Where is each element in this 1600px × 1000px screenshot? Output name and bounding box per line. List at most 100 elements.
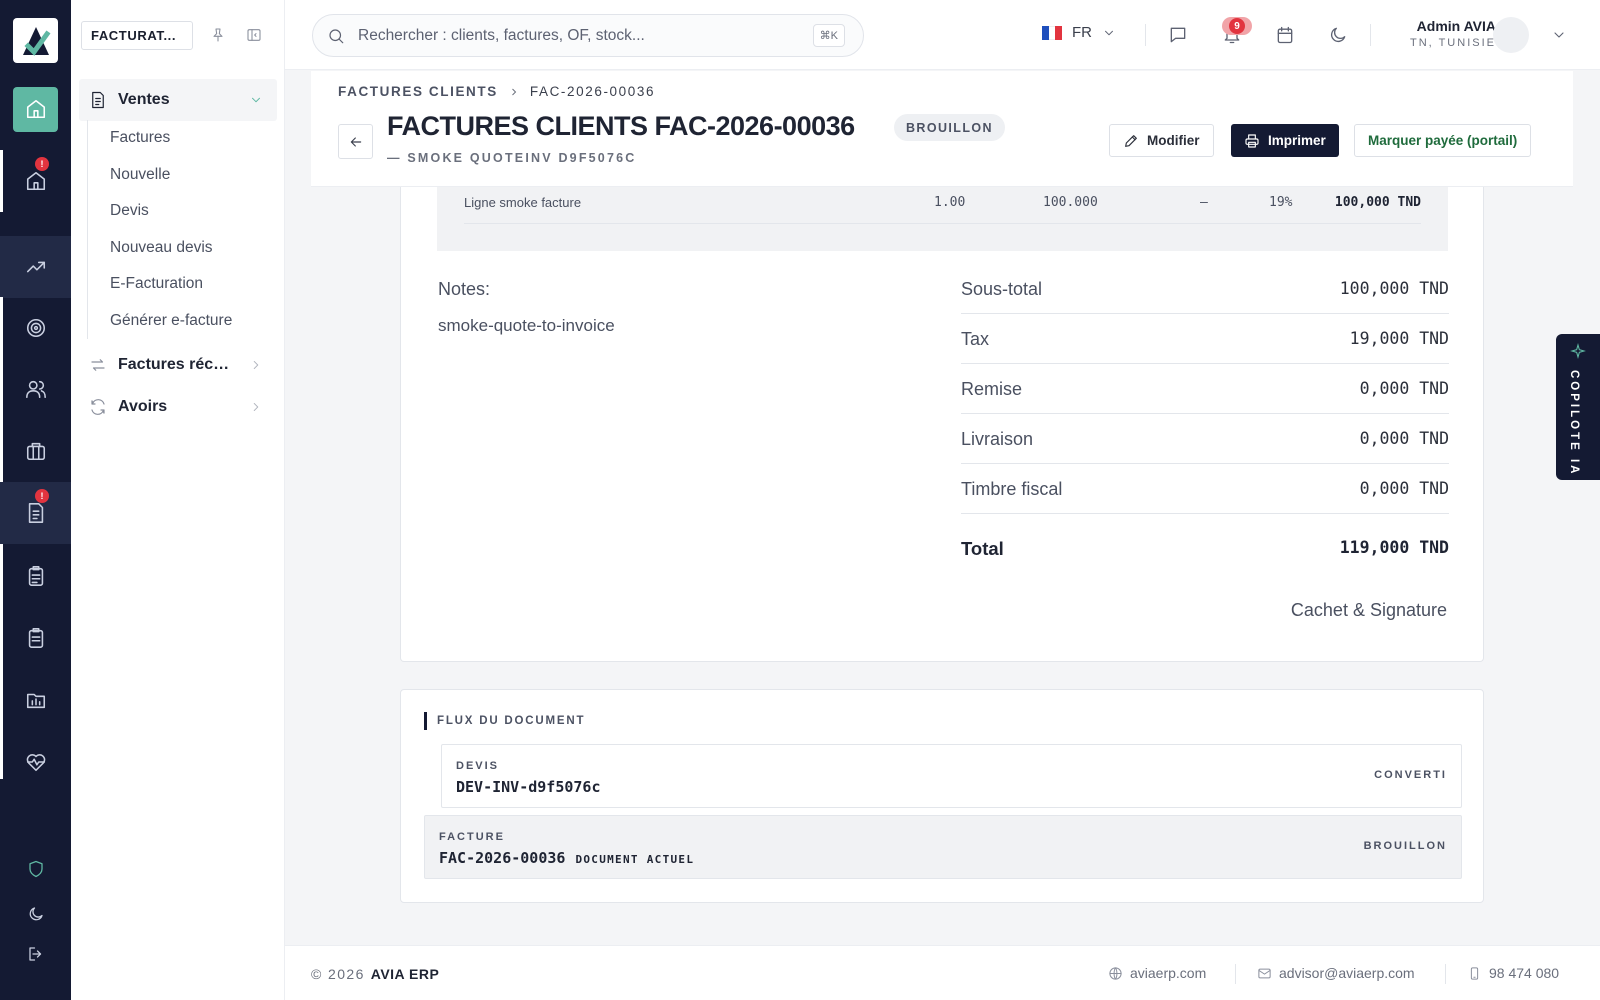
subtotal-row: Sous-total 100,000 TND [961,264,1449,314]
back-button[interactable] [338,124,373,159]
flow-step-devis[interactable]: DEVIS DEV-INV-d9f5076c CONVERTI [441,744,1462,808]
flow-step-type: DEVIS [456,760,500,772]
sidebar-item-e-facturation[interactable]: E-Facturation [88,266,232,303]
pin-icon[interactable] [210,27,226,43]
rail-dashboard[interactable]: ! [0,150,71,212]
module-selector[interactable]: FACTURAT... [81,21,193,50]
search-shortcut-hint: ⌘K [812,24,845,47]
sidebar-item-generer-e-facture[interactable]: Générer e-facture [88,303,232,340]
footer-copyright: © 2026 AVIA ERP [311,966,439,982]
phone-number[interactable]: 98 474 080 [1489,965,1559,981]
page-title: FACTURES CLIENTS FAC-2026-00036 [387,111,855,141]
edit-button[interactable]: Modifier [1109,124,1214,157]
search-input[interactable]: Rechercher : clients, factures, OF, stoc… [358,27,645,45]
rail-analytics[interactable] [0,236,71,298]
rail-invoices[interactable]: ! [0,482,71,544]
sparkle-icon [1570,343,1586,359]
footer-website[interactable]: aviaerp.com [1108,965,1206,981]
logout-icon [28,947,41,961]
sidebar-group-label: Factures récu... [118,356,236,373]
total-value: 0,000 TND [1359,429,1449,448]
app-logo[interactable] [13,18,58,63]
sidebar-group-ventes[interactable]: Ventes [79,79,277,121]
phone-icon [1470,966,1479,980]
website-link[interactable]: aviaerp.com [1130,965,1206,981]
rail-users[interactable] [0,358,71,420]
arrow-left-icon [350,136,361,147]
notification-count: 9 [1229,18,1245,34]
rail-logout[interactable] [0,943,71,965]
rail-tasks[interactable] [0,545,71,607]
avatar[interactable] [1493,17,1529,53]
heart-pulse-icon [26,754,45,772]
sidebar-item-nouveau-devis[interactable]: Nouveau devis [88,230,232,267]
calendar-icon[interactable] [1275,25,1295,45]
user-name: Admin AVIA [1416,18,1496,34]
email-link[interactable]: advisor@aviaerp.com [1279,965,1415,981]
target-icon [26,318,45,338]
chevron-down-icon [252,97,260,103]
line-total: 100,000 TND [1334,195,1421,210]
shield-icon [28,860,43,878]
user-menu[interactable]: Admin AVIA TN, TUNISIE [1371,18,1496,49]
footer-phone[interactable]: 98 474 080 [1467,965,1559,981]
flow-step-id-wrap: FAC-2026-00036 DOCUMENT ACTUEL [439,849,694,867]
line-description: Ligne smoke facture [464,195,582,210]
flow-step-id: DEV-INV-d9f5076c [456,778,601,796]
rail-theme-toggle[interactable] [0,903,71,925]
line-tax-rate: 19% [1269,195,1293,210]
copilot-tab[interactable]: COPILOTE IA [1556,334,1600,480]
mark-paid-button[interactable]: Marquer payée (portail) [1354,124,1532,157]
rail-targets[interactable] [0,297,71,359]
total-label: Remise [961,379,1023,399]
sidebar-group-avoirs[interactable]: Avoirs [79,386,277,428]
notification-badge: 9 [1222,17,1252,35]
invoice-lines-table: Ligne smoke facture 1.00 100.000 — 19% 1… [437,187,1448,251]
collapse-sidebar-icon[interactable] [246,27,262,43]
language-code: FR [1072,24,1092,41]
page-subtitle: — SMOKE QUOTEINV D9F5076C [387,151,637,165]
rail-security[interactable] [0,858,71,880]
total-label: Tax [961,329,990,349]
document-icon [92,91,104,109]
chevron-right-icon [253,361,259,369]
total-label: Timbre fiscal [961,479,1063,499]
total-value: 0,000 TND [1359,379,1449,398]
total-value: 100,000 TND [1339,279,1449,298]
sidebar-item-factures[interactable]: Factures [88,120,232,157]
line-unit-price: 100.000 [1043,195,1098,210]
rail-reports[interactable] [0,607,71,669]
top-bar: Rechercher : clients, factures, OF, stoc… [285,0,1600,70]
sidebar-item-devis[interactable]: Devis [88,193,232,230]
chevron-down-icon[interactable] [1551,27,1567,43]
footer-email[interactable]: advisor@aviaerp.com [1257,965,1415,981]
grand-total-label: Total [961,538,1004,559]
rail-health[interactable] [0,731,71,793]
message-icon[interactable] [1168,25,1188,45]
search-icon [329,28,344,43]
language-selector[interactable]: FR [1042,24,1116,41]
home-alert-icon [26,171,45,191]
discount-row: Remise 0,000 TND [961,364,1449,414]
chevron-down-icon [1105,30,1113,35]
folder-chart-icon [26,693,45,709]
printer-icon [1245,133,1259,148]
sidebar-item-nouvelle[interactable]: Nouvelle [88,157,232,194]
rail-home[interactable] [0,78,71,140]
grand-total-value: 119,000 TND [1339,538,1449,557]
sidebar-group-factures-recues[interactable]: Factures récu... [79,344,277,386]
moon-icon [29,907,43,921]
global-search[interactable]: Rechercher : clients, factures, OF, stoc… [312,14,864,57]
breadcrumb-parent[interactable]: FACTURES CLIENTS [338,84,498,99]
pencil-icon [1125,134,1137,147]
module-sidebar: FACTURAT... Ventes Factures Nouvelle Dev… [71,0,285,1000]
total-label: Sous-total [961,279,1043,299]
exchange-icon [91,359,105,371]
print-button[interactable]: Imprimer [1231,124,1339,157]
invoice-card: Ligne smoke facture 1.00 100.000 — 19% 1… [400,187,1484,662]
rail-folders[interactable] [0,669,71,731]
flow-step-id: FAC-2026-00036 [439,849,566,867]
grand-total-row: Total 119,000 TND [961,523,1449,573]
moon-icon[interactable] [1328,25,1348,45]
rail-inventory[interactable] [0,420,71,482]
